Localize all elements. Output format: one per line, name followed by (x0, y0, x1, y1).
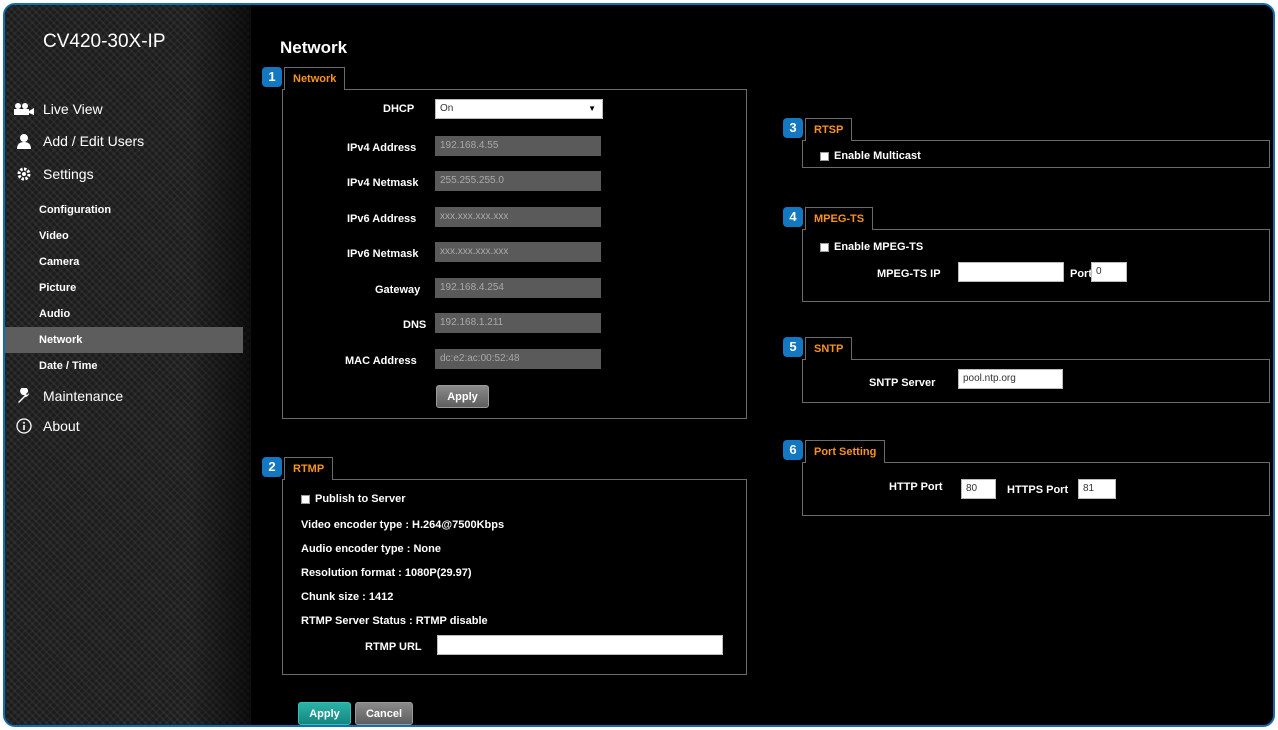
ipv6-netmask-field[interactable]: xxx.xxx.xxx.xxx (435, 242, 601, 262)
tab-sntp: SNTP (805, 337, 853, 360)
nav-about-label: About (43, 418, 80, 434)
ipv4-netmask-field[interactable]: 255.255.255.0 (435, 171, 601, 191)
tab-rtmp: RTMP (284, 457, 334, 480)
nav-settings[interactable]: Settings (13, 166, 94, 182)
checkbox-box[interactable] (301, 494, 310, 504)
mpegts-enable-checkbox[interactable]: Enable MPEG-TS (820, 241, 923, 253)
nav-maintenance[interactable]: Maintenance (13, 388, 123, 404)
nav-sub-audio[interactable]: Audio (5, 301, 243, 327)
wrench-icon (13, 388, 35, 404)
video-encoder-info: Video encoder type : H.264@7500Kbps (301, 519, 505, 531)
dhcp-select-value: On (440, 103, 454, 114)
tab-rtsp: RTSP (805, 118, 853, 141)
field-label: IPv6 Netmask (347, 248, 419, 260)
nav-maintenance-label: Maintenance (43, 388, 124, 404)
device-name: CV420-30X-IP (43, 31, 166, 52)
cancel-button[interactable]: Cancel (355, 702, 413, 725)
sntp-server-label: SNTP Server (869, 377, 936, 389)
tab-port-setting: Port Setting (805, 440, 886, 463)
section-badge-6: 6 (783, 440, 803, 460)
http-port-input[interactable]: 80 (961, 479, 996, 499)
rtmp-url-label: RTMP URL (365, 641, 422, 653)
field-label: Gateway (375, 284, 421, 296)
nav-sub-picture[interactable]: Picture (5, 275, 243, 301)
nav-sub-configuration[interactable]: Configuration (5, 197, 243, 223)
sidebar: CV420-30X-IP Live View Add / Edit Users … (5, 5, 251, 725)
http-port-label: HTTP Port (889, 481, 943, 493)
tab-mpegts: MPEG-TS (805, 207, 874, 230)
dhcp-label: DHCP (383, 103, 415, 115)
section-badge-5: 5 (783, 337, 803, 357)
user-icon (13, 133, 35, 149)
section-badge-1: 1 (262, 67, 282, 87)
mpegts-ip-label: MPEG-TS IP (877, 268, 941, 280)
resolution-info: Resolution format : 1080P(29.97) (301, 567, 472, 579)
publish-checkbox[interactable]: Publish to Server (301, 493, 405, 505)
mpegts-enable-label: Enable MPEG-TS (834, 241, 924, 253)
ipv4-address-field[interactable]: 192.168.4.55 (435, 136, 601, 156)
section-badge-2: 2 (262, 457, 282, 477)
page-title: Network (280, 38, 348, 57)
mac-address-field[interactable]: dc:e2:ac:00:52:48 (435, 349, 601, 369)
apply-button[interactable]: Apply (298, 702, 351, 725)
network-apply-button[interactable]: Apply (436, 385, 489, 408)
nav-sub-network[interactable]: Network (5, 327, 243, 353)
camera-people-icon (13, 101, 35, 117)
multicast-checkbox[interactable]: Enable Multicast (820, 150, 921, 162)
dns-field[interactable]: 192.168.1.211 (435, 313, 601, 333)
field-label: MAC Address (345, 355, 417, 367)
rtmp-status-info: RTMP Server Status : RTMP disable (301, 615, 488, 627)
checkbox-box[interactable] (820, 151, 829, 161)
https-port-input[interactable]: 81 (1078, 479, 1116, 499)
nav-sub-camera[interactable]: Camera (5, 249, 243, 275)
mpegts-port-input[interactable]: 0 (1091, 262, 1127, 282)
nav-sub-date-time[interactable]: Date / Time (5, 353, 243, 379)
nav-add-edit-users-label: Add / Edit Users (43, 133, 145, 149)
field-label: IPv4 Netmask (347, 177, 419, 189)
nav-live-view-label: Live View (43, 101, 103, 117)
multicast-checkbox-label: Enable Multicast (834, 150, 921, 162)
nav-settings-label: Settings (43, 166, 94, 182)
mpegts-port-label: Port (1070, 268, 1092, 280)
chevron-down-icon: ▼ (588, 104, 596, 113)
nav-live-view[interactable]: Live View (13, 101, 103, 117)
nav-add-edit-users[interactable]: Add / Edit Users (13, 133, 144, 149)
audio-encoder-info: Audio encoder type : None (301, 543, 441, 555)
chunk-size-info: Chunk size : 1412 (301, 591, 394, 603)
nav-sub-video[interactable]: Video (5, 223, 243, 249)
publish-checkbox-label: Publish to Server (315, 493, 406, 505)
tab-network: Network (284, 67, 346, 90)
mpegts-ip-input[interactable] (958, 262, 1064, 282)
section-badge-4: 4 (783, 207, 803, 227)
app-window: CV420-30X-IP Live View Add / Edit Users … (3, 3, 1275, 727)
info-icon (13, 418, 35, 434)
https-port-label: HTTPS Port (1007, 484, 1069, 496)
ipv6-address-field[interactable]: xxx.xxx.xxx.xxx (435, 207, 601, 227)
sntp-server-input[interactable]: pool.ntp.org (958, 369, 1063, 389)
gear-icon (13, 166, 35, 182)
gateway-field[interactable]: 192.168.4.254 (435, 278, 601, 298)
section-badge-3: 3 (783, 118, 803, 138)
checkbox-box[interactable] (820, 242, 829, 252)
rtmp-url-input[interactable] (437, 635, 723, 655)
nav-about[interactable]: About (13, 418, 80, 434)
dhcp-select[interactable]: On ▼ (435, 99, 603, 119)
field-label: DNS (403, 319, 427, 331)
field-label: IPv6 Address (347, 213, 417, 225)
field-label: IPv4 Address (347, 142, 417, 154)
